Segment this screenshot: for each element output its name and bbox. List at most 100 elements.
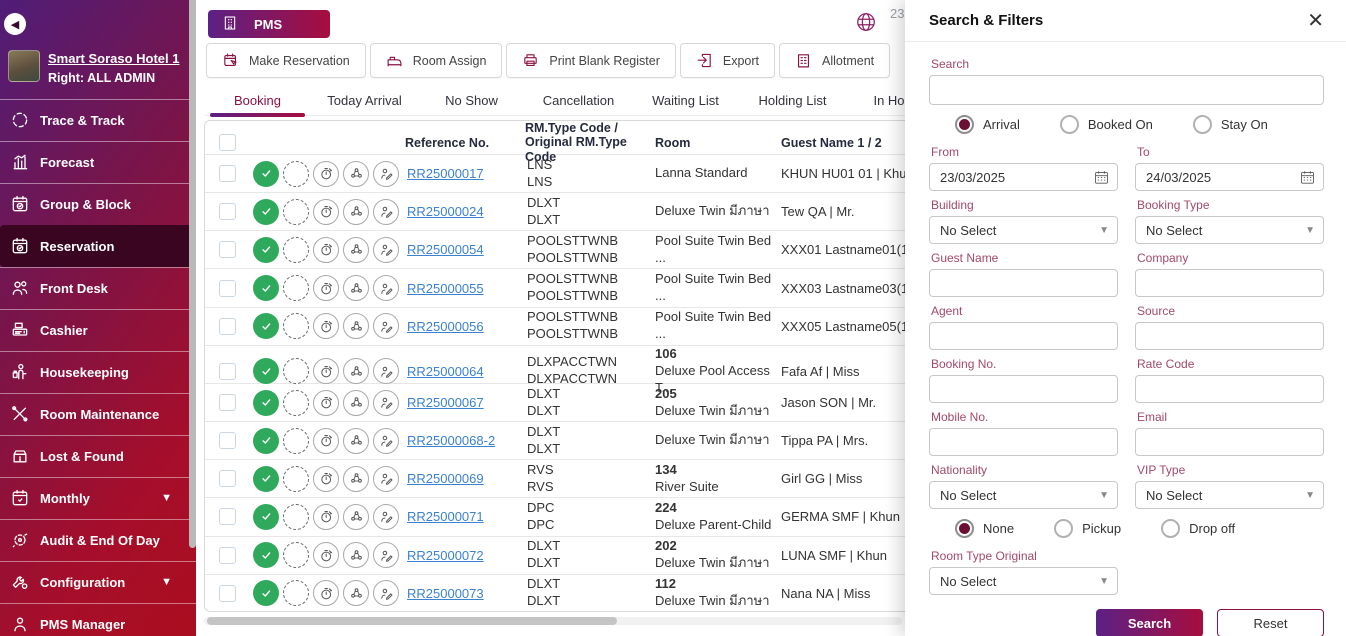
trace-dashed-icon[interactable] bbox=[283, 466, 309, 492]
timer-icon[interactable] bbox=[313, 504, 339, 530]
select-nationality[interactable]: No Select▼ bbox=[929, 481, 1118, 509]
row-checkbox[interactable] bbox=[219, 318, 236, 335]
trace-dashed-icon[interactable] bbox=[283, 161, 309, 187]
toolbar-button-export[interactable]: Export bbox=[680, 43, 775, 78]
radio-arrival[interactable]: Arrival bbox=[955, 115, 1020, 134]
input-to[interactable]: 24/03/2025 bbox=[1135, 163, 1324, 191]
timer-icon[interactable] bbox=[313, 313, 339, 339]
horizontal-scrollbar-track[interactable] bbox=[204, 617, 902, 625]
toolbar-button-print-blank-register[interactable]: Print Blank Register bbox=[506, 43, 675, 78]
registration-icon[interactable] bbox=[373, 504, 399, 530]
registration-icon[interactable] bbox=[373, 390, 399, 416]
group-share-icon[interactable] bbox=[343, 466, 369, 492]
row-checkbox[interactable] bbox=[219, 508, 236, 525]
timer-icon[interactable] bbox=[313, 237, 339, 263]
reference-link[interactable]: RR25000064 bbox=[405, 364, 484, 379]
timer-icon[interactable] bbox=[313, 466, 339, 492]
reference-link[interactable]: RR25000069 bbox=[405, 471, 484, 486]
row-checkbox[interactable] bbox=[219, 363, 236, 380]
sidebar-item-group-block[interactable]: Group & Block bbox=[0, 183, 196, 225]
sidebar-item-pms-manager[interactable]: PMS Manager bbox=[0, 603, 196, 636]
row-checkbox[interactable] bbox=[219, 241, 236, 258]
registration-icon[interactable] bbox=[373, 199, 399, 225]
tab-today-arrival[interactable]: Today Arrival bbox=[311, 87, 418, 115]
confirmed-check-icon[interactable] bbox=[253, 161, 279, 187]
reference-link[interactable]: RR25000024 bbox=[405, 204, 484, 219]
reference-link[interactable]: RR25000017 bbox=[405, 166, 484, 181]
toolbar-button-make-reservation[interactable]: Make Reservation bbox=[206, 43, 366, 78]
group-share-icon[interactable] bbox=[343, 275, 369, 301]
trace-dashed-icon[interactable] bbox=[283, 199, 309, 225]
group-share-icon[interactable] bbox=[343, 428, 369, 454]
row-checkbox[interactable] bbox=[219, 394, 236, 411]
confirmed-check-icon[interactable] bbox=[253, 313, 279, 339]
confirmed-check-icon[interactable] bbox=[253, 390, 279, 416]
sidebar-item-front-desk[interactable]: Front Desk bbox=[0, 267, 196, 309]
reference-link[interactable]: RR25000068-2 bbox=[405, 433, 495, 448]
radio-none[interactable]: None bbox=[955, 519, 1014, 538]
radio-stay-on[interactable]: Stay On bbox=[1193, 115, 1268, 134]
select-vip-type[interactable]: No Select▼ bbox=[1135, 481, 1324, 509]
group-share-icon[interactable] bbox=[343, 358, 369, 384]
toolbar-button-allotment[interactable]: Allotment bbox=[779, 43, 890, 78]
hotel-name-link[interactable]: Smart Soraso Hotel 1 bbox=[48, 50, 180, 68]
select-booking-type[interactable]: No Select▼ bbox=[1135, 216, 1324, 244]
input-rate-code[interactable] bbox=[1135, 375, 1324, 403]
toolbar-button-room-assign[interactable]: Room Assign bbox=[370, 43, 503, 78]
trace-dashed-icon[interactable] bbox=[283, 580, 309, 606]
trace-dashed-icon[interactable] bbox=[283, 275, 309, 301]
trace-dashed-icon[interactable] bbox=[283, 542, 309, 568]
tab-booking[interactable]: Booking bbox=[204, 87, 311, 115]
registration-icon[interactable] bbox=[373, 428, 399, 454]
input-source[interactable] bbox=[1135, 322, 1324, 350]
pms-module-button[interactable]: PMS bbox=[208, 10, 330, 38]
registration-icon[interactable] bbox=[373, 466, 399, 492]
row-checkbox[interactable] bbox=[219, 165, 236, 182]
tab-cancellation[interactable]: Cancellation bbox=[525, 87, 632, 115]
trace-dashed-icon[interactable] bbox=[283, 313, 309, 339]
radio-drop-off[interactable]: Drop off bbox=[1161, 519, 1235, 538]
search-button[interactable]: Search bbox=[1096, 609, 1203, 636]
sidebar-item-forecast[interactable]: Forecast bbox=[0, 141, 196, 183]
registration-icon[interactable] bbox=[373, 237, 399, 263]
language-globe-icon[interactable] bbox=[855, 11, 877, 33]
radio-pickup[interactable]: Pickup bbox=[1054, 519, 1121, 538]
timer-icon[interactable] bbox=[313, 358, 339, 384]
reference-link[interactable]: RR25000071 bbox=[405, 509, 484, 524]
row-checkbox[interactable] bbox=[219, 432, 236, 449]
row-checkbox[interactable] bbox=[219, 280, 236, 297]
sidebar-scrollbar[interactable] bbox=[189, 0, 196, 548]
registration-icon[interactable] bbox=[373, 580, 399, 606]
sidebar-item-audit-end-of-day[interactable]: Audit & End Of Day bbox=[0, 519, 196, 561]
input-from[interactable]: 23/03/2025 bbox=[929, 163, 1118, 191]
confirmed-check-icon[interactable] bbox=[253, 358, 279, 384]
group-share-icon[interactable] bbox=[343, 313, 369, 339]
sidebar-item-housekeeping[interactable]: Housekeeping bbox=[0, 351, 196, 393]
row-checkbox[interactable] bbox=[219, 203, 236, 220]
input-company[interactable] bbox=[1135, 269, 1324, 297]
reset-button[interactable]: Reset bbox=[1217, 609, 1324, 636]
group-share-icon[interactable] bbox=[343, 580, 369, 606]
group-share-icon[interactable] bbox=[343, 237, 369, 263]
registration-icon[interactable] bbox=[373, 313, 399, 339]
confirmed-check-icon[interactable] bbox=[253, 199, 279, 225]
sidebar-item-cashier[interactable]: Cashier bbox=[0, 309, 196, 351]
input-email[interactable] bbox=[1135, 428, 1324, 456]
sidebar-item-room-maintenance[interactable]: Room Maintenance bbox=[0, 393, 196, 435]
input-search[interactable] bbox=[929, 75, 1324, 105]
sidebar-item-monthly[interactable]: Monthly▼ bbox=[0, 477, 196, 519]
trace-dashed-icon[interactable] bbox=[283, 504, 309, 530]
tab-no-show[interactable]: No Show bbox=[418, 87, 525, 115]
registration-icon[interactable] bbox=[373, 542, 399, 568]
group-share-icon[interactable] bbox=[343, 199, 369, 225]
confirmed-check-icon[interactable] bbox=[253, 504, 279, 530]
group-share-icon[interactable] bbox=[343, 390, 369, 416]
tab-waiting-list[interactable]: Waiting List bbox=[632, 87, 739, 115]
row-checkbox[interactable] bbox=[219, 585, 236, 602]
confirmed-check-icon[interactable] bbox=[253, 237, 279, 263]
timer-icon[interactable] bbox=[313, 542, 339, 568]
tab-holding-list[interactable]: Holding List bbox=[739, 87, 846, 115]
sidebar-item-trace-track[interactable]: Trace & Track bbox=[0, 99, 196, 141]
trace-dashed-icon[interactable] bbox=[283, 237, 309, 263]
registration-icon[interactable] bbox=[373, 275, 399, 301]
